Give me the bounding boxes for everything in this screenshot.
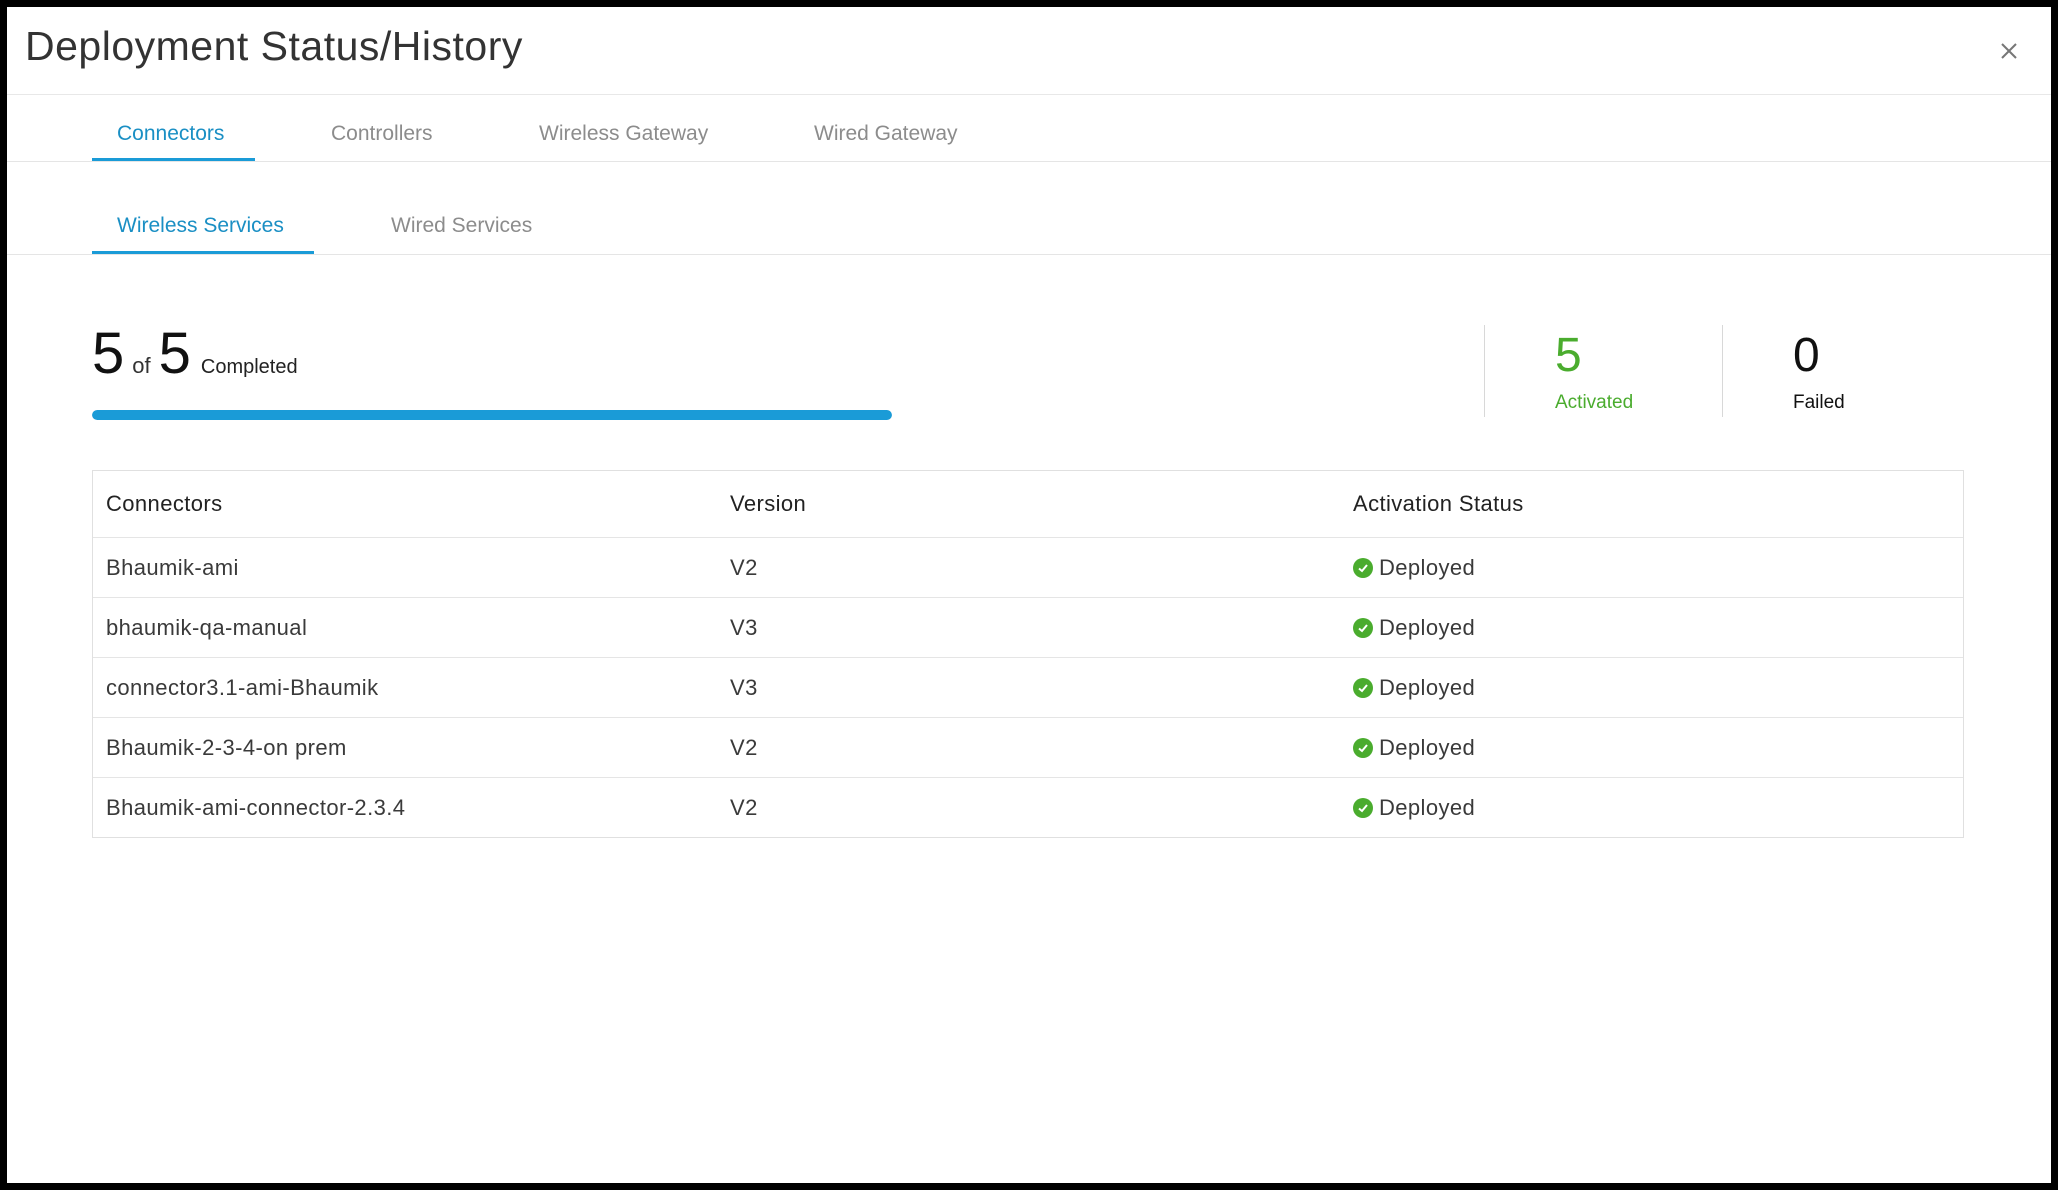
activation-status: Deployed — [1353, 718, 1475, 777]
failed-stat: 0 Failed — [1793, 332, 1893, 414]
table-row[interactable]: Bhaumik-ami V2 Deployed — [93, 537, 1963, 597]
stat-divider — [1484, 325, 1485, 417]
active-tab-indicator — [92, 158, 255, 161]
check-circle-icon — [1353, 797, 1373, 818]
tab-connectors[interactable]: Connectors — [117, 122, 224, 146]
activation-status: Deployed — [1353, 778, 1475, 837]
table-row[interactable]: bhaumik-qa-manual V3 Deployed — [93, 597, 1963, 657]
tab-wired-services[interactable]: Wired Services — [391, 214, 532, 238]
completed-count: 5 — [92, 321, 125, 386]
connector-name: Bhaumik-2-3-4-on prem — [106, 734, 347, 760]
connector-name: bhaumik-qa-manual — [106, 614, 308, 640]
connector-version: V2 — [730, 554, 758, 580]
table-row[interactable]: connector3.1-ami-Bhaumik V3 Deployed — [93, 657, 1963, 717]
table-row[interactable]: Bhaumik-ami-connector-2.3.4 V2 Deployed — [93, 777, 1963, 837]
activation-status: Deployed — [1353, 598, 1475, 657]
tab-wireless-services[interactable]: Wireless Services — [117, 214, 284, 238]
of-label: of — [132, 353, 151, 378]
connector-version: V2 — [730, 794, 758, 820]
status-label: Deployed — [1379, 674, 1476, 700]
connector-name: connector3.1-ami-Bhaumik — [106, 674, 379, 700]
activated-stat: 5 Activated — [1555, 332, 1655, 414]
status-label: Deployed — [1379, 554, 1476, 580]
column-header-activation-status[interactable]: Activation Status — [1353, 471, 1524, 537]
connector-version: V3 — [730, 674, 758, 700]
dialog-title: Deployment Status/History — [25, 23, 523, 69]
check-circle-icon — [1353, 737, 1373, 758]
check-circle-icon — [1353, 617, 1373, 638]
secondary-tab-bar: Wireless Services Wired Services — [7, 162, 2051, 255]
total-count: 5 — [158, 321, 191, 386]
table-row[interactable]: Bhaumik-2-3-4-on prem V2 Deployed — [93, 717, 1963, 777]
connector-version: V2 — [730, 734, 758, 760]
activated-label: Activated — [1555, 392, 1634, 413]
deployment-status-dialog: Deployment Status/History Connectors Con… — [7, 7, 2051, 1183]
status-label: Deployed — [1379, 794, 1476, 820]
connector-name: Bhaumik-ami-connector-2.3.4 — [106, 794, 406, 820]
status-label: Deployed — [1379, 614, 1476, 640]
tab-wired-gateway[interactable]: Wired Gateway — [814, 122, 958, 146]
table-header-row: Connectors Version Activation Status — [93, 471, 1963, 537]
check-circle-icon — [1353, 557, 1373, 578]
dialog-header: Deployment Status/History — [7, 7, 2051, 95]
connector-version: V3 — [730, 614, 758, 640]
failed-label: Failed — [1793, 392, 1845, 413]
column-header-connectors[interactable]: Connectors — [106, 471, 223, 537]
failed-count: 0 — [1793, 329, 1820, 382]
tab-controllers[interactable]: Controllers — [331, 122, 433, 146]
connectors-table: Connectors Version Activation Status Bha… — [92, 470, 1964, 838]
progress-bar-fill — [92, 410, 892, 420]
close-button[interactable] — [1991, 33, 2027, 69]
column-header-version[interactable]: Version — [730, 471, 806, 537]
connector-name: Bhaumik-ami — [106, 554, 239, 580]
activated-count: 5 — [1555, 329, 1582, 382]
stat-divider — [1722, 325, 1723, 417]
activation-status: Deployed — [1353, 538, 1475, 597]
completed-label: Completed — [200, 356, 298, 378]
completion-summary: 5 of 5 Completed — [92, 325, 298, 383]
tab-wireless-gateway[interactable]: Wireless Gateway — [539, 122, 708, 146]
active-subtab-indicator — [92, 251, 314, 254]
status-label: Deployed — [1379, 734, 1476, 760]
check-circle-icon — [1353, 677, 1373, 698]
primary-tab-bar: Connectors Controllers Wireless Gateway … — [7, 95, 2051, 162]
close-icon — [2001, 43, 2017, 59]
activation-status: Deployed — [1353, 658, 1475, 717]
progress-bar — [92, 410, 892, 420]
